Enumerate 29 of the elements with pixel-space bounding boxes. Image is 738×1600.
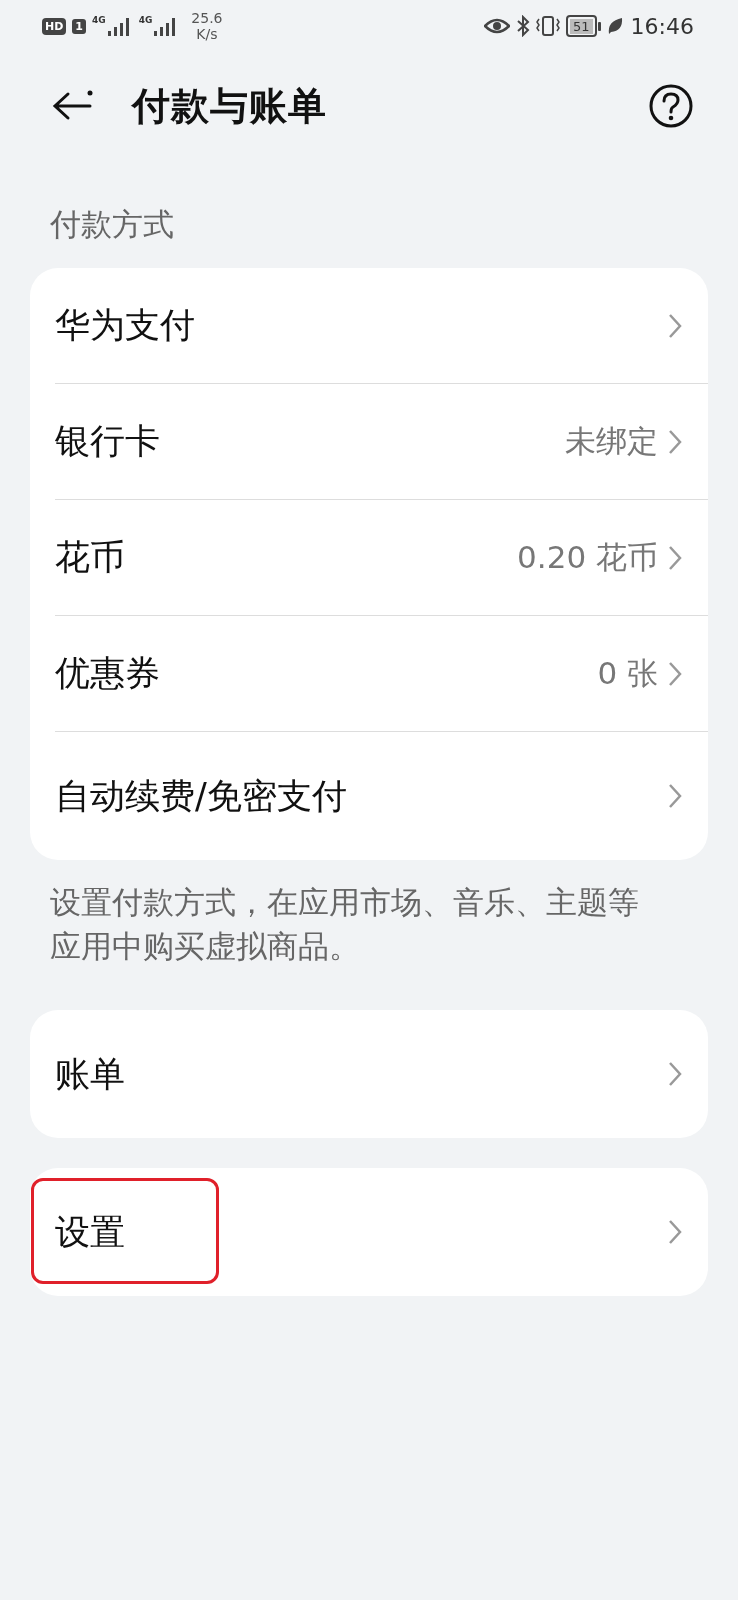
list-item[interactable]: 设置 <box>55 1168 708 1296</box>
network-label: 4G <box>138 15 153 25</box>
bluetooth-icon <box>516 15 531 37</box>
chevron-icon <box>668 783 682 809</box>
vibrate-icon <box>536 15 561 37</box>
help-button[interactable] <box>648 83 694 129</box>
leaf-icon <box>606 17 623 35</box>
list-item[interactable]: 银行卡 未绑定 <box>55 384 708 500</box>
page-title: 付款与账单 <box>132 82 328 130</box>
chevron-icon <box>668 660 682 687</box>
chevron-icon <box>668 1219 682 1245</box>
list-item[interactable]: 花币 0.20 花币 <box>55 500 708 616</box>
chevron-icon <box>668 312 682 339</box>
chevron-icon <box>668 1061 682 1087</box>
section-note: 设置付款方式，在应用市场、音乐、主题等应用中购买虚拟商品。 <box>49 883 640 966</box>
hd-badge: HD <box>42 17 67 35</box>
clock-time: 16:46 <box>630 13 694 39</box>
section-title: 付款方式 <box>49 205 175 244</box>
list-item[interactable]: 账单 <box>55 1010 708 1138</box>
speed-unit: K/s <box>196 26 218 42</box>
list-item[interactable]: 优惠券 0 张 <box>55 616 708 732</box>
speed-value: 25.6 <box>191 10 223 26</box>
network-label: 4G <box>92 15 106 25</box>
chevron-icon <box>668 428 682 455</box>
list-item[interactable]: 华为支付 <box>55 268 708 384</box>
eye-icon <box>484 18 511 34</box>
chevron-icon <box>668 544 682 571</box>
sim-badge: 1 <box>72 18 86 34</box>
list-item[interactable]: 自动续费/免密支付 <box>55 732 708 860</box>
